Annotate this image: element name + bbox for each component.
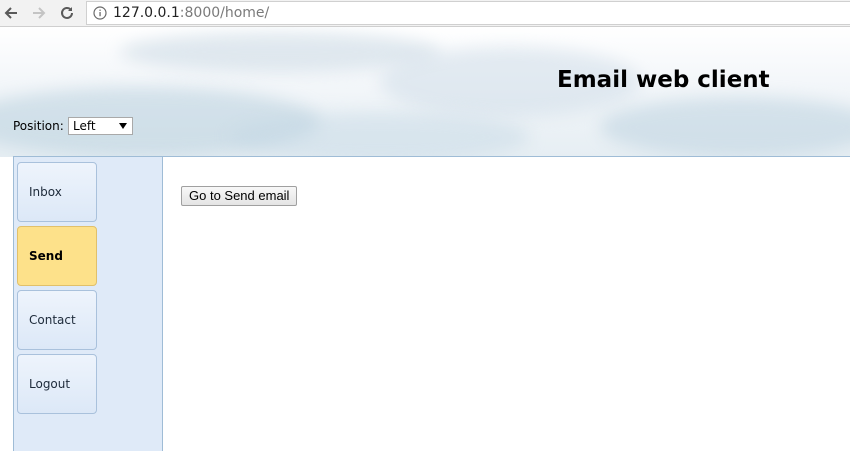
address-bar[interactable]: 127.0.0.1:8000/home/	[86, 1, 850, 25]
forward-arrow-icon[interactable]	[29, 3, 49, 23]
page-title: Email web client	[557, 67, 770, 93]
url-path: :8000/home/	[179, 5, 270, 21]
position-select-value: Left	[73, 119, 96, 133]
info-icon[interactable]	[93, 6, 107, 20]
sidebar-item-label: Inbox	[29, 185, 62, 199]
sidebar-item-logout[interactable]: Logout	[17, 354, 97, 414]
position-label: Position:	[13, 119, 64, 133]
cloud-decoration	[600, 97, 850, 157]
browser-toolbar: 127.0.0.1:8000/home/	[0, 0, 850, 27]
main-content: Go to Send email	[162, 156, 850, 451]
reload-icon[interactable]	[57, 3, 77, 23]
sidebar-item-send[interactable]: Send	[17, 226, 97, 286]
cloud-decoration	[230, 112, 530, 157]
url-text[interactable]: 127.0.0.1:8000/home/	[113, 5, 269, 21]
url-host: 127.0.0.1	[113, 5, 180, 21]
sidebar-item-label: Logout	[29, 377, 71, 391]
sidebar-item-contact[interactable]: Contact	[17, 290, 97, 350]
position-select[interactable]: Left	[68, 117, 133, 135]
back-arrow-icon[interactable]	[1, 3, 21, 23]
dropdown-arrow-icon	[119, 123, 127, 129]
sidebar-item-label: Send	[29, 249, 63, 263]
sidebar-nav: Inbox Send Contact Logout	[13, 156, 163, 451]
page-header: Email web client Position: Left	[0, 27, 850, 157]
sidebar-item-label: Contact	[29, 313, 76, 327]
sidebar-item-inbox[interactable]: Inbox	[17, 162, 97, 222]
go-to-send-email-button[interactable]: Go to Send email	[181, 186, 298, 206]
